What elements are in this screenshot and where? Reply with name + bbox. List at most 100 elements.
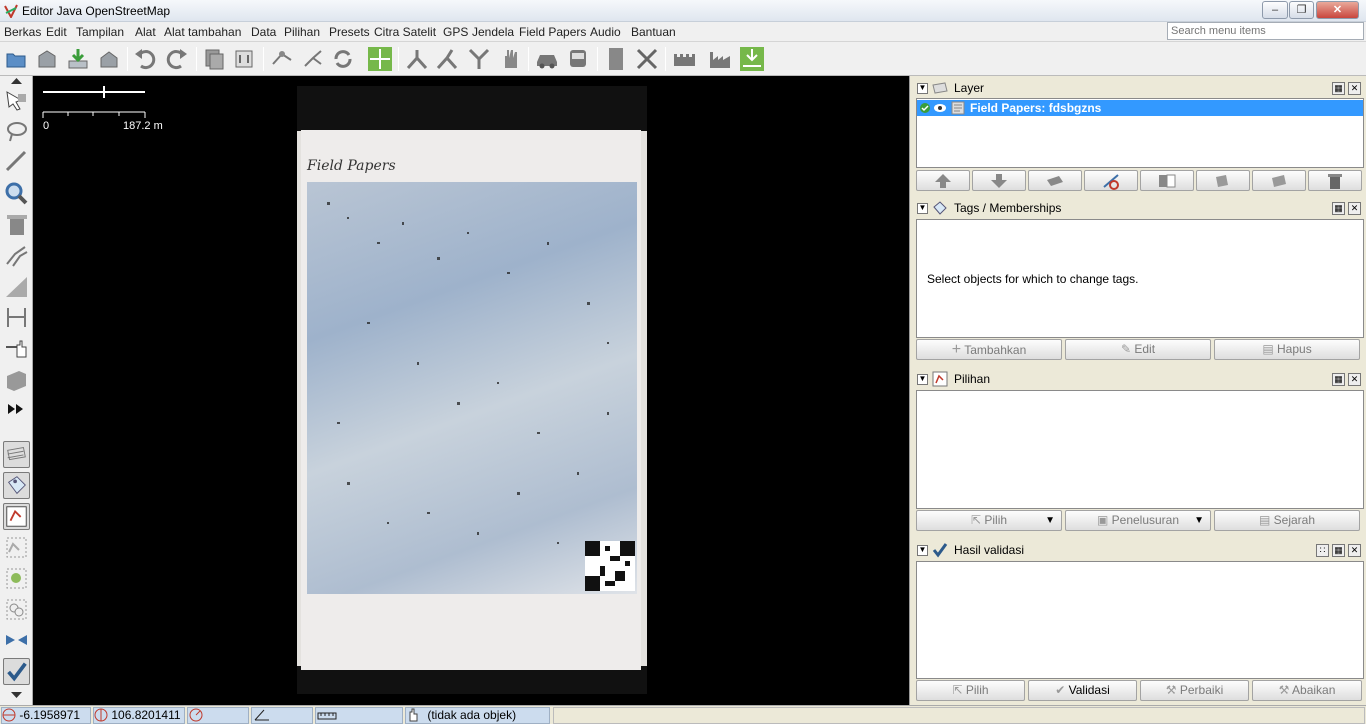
minimize-button[interactable]: – bbox=[1262, 1, 1288, 19]
select-icon[interactable] bbox=[3, 88, 30, 115]
undock-icon[interactable]: ▦ bbox=[1332, 82, 1345, 95]
zoom-to-selection-icon[interactable] bbox=[367, 46, 393, 72]
barrier-icon[interactable] bbox=[603, 46, 629, 72]
merge-layer-button[interactable] bbox=[1252, 170, 1306, 191]
dropdown-arrow-icon[interactable]: ▼ bbox=[1194, 511, 1204, 530]
visibility-eye-icon[interactable] bbox=[933, 102, 947, 114]
menu-citra-satelit[interactable]: Citra Satelit bbox=[374, 25, 436, 39]
menu-edit[interactable]: Edit bbox=[46, 25, 67, 39]
menu-berkas[interactable]: Berkas bbox=[4, 25, 41, 39]
map-view[interactable]: 0 187.2 m Field Papers bbox=[33, 76, 909, 705]
bus-icon[interactable] bbox=[565, 46, 591, 72]
menu-tampilan[interactable]: Tampilan bbox=[76, 25, 124, 39]
settings-icon[interactable]: ∷ bbox=[1316, 544, 1329, 557]
menu-pilihan[interactable]: Pilihan bbox=[284, 25, 320, 39]
menu-bantuan[interactable]: Bantuan bbox=[631, 25, 676, 39]
improve-way-icon[interactable] bbox=[3, 273, 30, 300]
copy-icon[interactable] bbox=[201, 46, 227, 72]
author-list-toggle-icon[interactable] bbox=[3, 565, 30, 592]
ignore-button[interactable]: ⚒ Abaikan bbox=[1252, 680, 1362, 701]
undo-icon[interactable] bbox=[132, 46, 158, 72]
scroll-down-icon[interactable] bbox=[3, 691, 30, 699]
toggle-visible-button[interactable] bbox=[1084, 170, 1138, 191]
undock-icon[interactable]: ▦ bbox=[1332, 544, 1345, 557]
menu-data[interactable]: Data bbox=[251, 25, 276, 39]
edit-tag-button[interactable]: ✎ Edit bbox=[1065, 339, 1211, 360]
layer-list-toggle-icon[interactable] bbox=[3, 441, 30, 468]
extrude-icon[interactable] bbox=[3, 304, 30, 331]
factory-icon[interactable] bbox=[707, 46, 733, 72]
menu-alat-tambahan[interactable]: Alat tambahan bbox=[164, 25, 241, 39]
upload-icon[interactable] bbox=[96, 46, 122, 72]
open-file-icon[interactable] bbox=[3, 46, 29, 72]
car-icon[interactable] bbox=[534, 46, 560, 72]
download-icon[interactable] bbox=[65, 46, 91, 72]
move-down-button[interactable] bbox=[972, 170, 1026, 191]
validate-button[interactable]: ✔ Validasi bbox=[1028, 680, 1137, 701]
building-icon[interactable] bbox=[3, 366, 30, 393]
split-icon[interactable] bbox=[434, 46, 460, 72]
search-menu-input[interactable] bbox=[1167, 22, 1364, 40]
download-imagery-icon[interactable] bbox=[739, 46, 765, 72]
close-panel-icon[interactable]: ✕ bbox=[1348, 82, 1361, 95]
delete-layer-button[interactable] bbox=[1308, 170, 1362, 191]
refresh-icon[interactable] bbox=[330, 46, 356, 72]
parallel-icon[interactable] bbox=[3, 242, 30, 269]
menu-jendela[interactable]: Jendela bbox=[472, 25, 514, 39]
menu-field-papers[interactable]: Field Papers bbox=[519, 25, 586, 39]
redo-icon[interactable] bbox=[164, 46, 190, 72]
save-icon[interactable] bbox=[34, 46, 60, 72]
collapse-icon[interactable]: ▼ bbox=[917, 203, 928, 214]
lasso-icon[interactable] bbox=[3, 118, 30, 145]
undock-icon[interactable]: ▦ bbox=[1332, 202, 1345, 215]
scroll-up-icon[interactable] bbox=[3, 77, 30, 85]
maximize-button[interactable]: ❐ bbox=[1289, 1, 1314, 19]
castle-icon[interactable] bbox=[671, 46, 697, 72]
close-panel-icon[interactable]: ✕ bbox=[1348, 544, 1361, 557]
close-button[interactable]: ✕ bbox=[1316, 1, 1359, 19]
merge-button[interactable] bbox=[1028, 170, 1082, 191]
split-way-icon[interactable] bbox=[300, 46, 326, 72]
collapse-icon[interactable]: ▼ bbox=[917, 83, 928, 94]
draw-icon[interactable] bbox=[3, 148, 30, 175]
add-tag-button[interactable]: + Tambahkan bbox=[916, 339, 1062, 360]
layer-active-icon[interactable] bbox=[919, 102, 931, 114]
select-button[interactable]: ⇱ Pilih ▼ bbox=[916, 510, 1062, 531]
zoom-icon[interactable] bbox=[3, 180, 30, 207]
close-panel-icon[interactable]: ✕ bbox=[1348, 373, 1361, 386]
duplicate-button[interactable] bbox=[1196, 170, 1250, 191]
move-up-button[interactable] bbox=[916, 170, 970, 191]
menu-gps[interactable]: GPS bbox=[443, 25, 468, 39]
conflict-toggle-icon[interactable] bbox=[3, 627, 30, 654]
tags-toggle-icon[interactable] bbox=[3, 472, 30, 499]
join-icon[interactable] bbox=[466, 46, 492, 72]
history-button[interactable]: ▤ Sejarah bbox=[1214, 510, 1360, 531]
paste-tags-icon[interactable] bbox=[231, 46, 257, 72]
undock-icon[interactable]: ▦ bbox=[1332, 373, 1345, 386]
validation-toggle-icon[interactable] bbox=[3, 658, 30, 685]
delete-tag-button[interactable]: ▤ Hapus bbox=[1214, 339, 1360, 360]
combine-way-icon[interactable] bbox=[404, 46, 430, 72]
more-tools-icon[interactable] bbox=[3, 396, 30, 423]
validation-select-button[interactable]: ⇱ Pilih bbox=[916, 680, 1025, 701]
close-panel-icon[interactable]: ✕ bbox=[1348, 202, 1361, 215]
dropdown-arrow-icon[interactable]: ▼ bbox=[1045, 511, 1055, 530]
hand-icon[interactable] bbox=[497, 46, 523, 72]
collapse-icon[interactable]: ▼ bbox=[917, 545, 928, 556]
wireframe-icon[interactable] bbox=[269, 46, 295, 72]
layer-row[interactable]: Field Papers: fdsbgzns bbox=[917, 100, 1363, 116]
drag-icon[interactable] bbox=[3, 335, 30, 362]
opacity-button[interactable] bbox=[1140, 170, 1194, 191]
selection-list-toggle-icon[interactable] bbox=[3, 503, 30, 530]
relation-list-toggle-icon[interactable] bbox=[3, 534, 30, 561]
delete-icon[interactable] bbox=[3, 211, 30, 238]
paper-dark-bottom bbox=[297, 666, 647, 694]
history-toggle-icon[interactable] bbox=[3, 596, 30, 623]
tools-icon[interactable] bbox=[634, 46, 660, 72]
menu-audio[interactable]: Audio bbox=[590, 25, 621, 39]
search-button[interactable]: ▣ Penelusuran ▼ bbox=[1065, 510, 1211, 531]
collapse-icon[interactable]: ▼ bbox=[917, 374, 928, 385]
menu-alat[interactable]: Alat bbox=[135, 25, 156, 39]
menu-presets[interactable]: Presets bbox=[329, 25, 370, 39]
fix-button[interactable]: ⚒ Perbaiki bbox=[1140, 680, 1249, 701]
